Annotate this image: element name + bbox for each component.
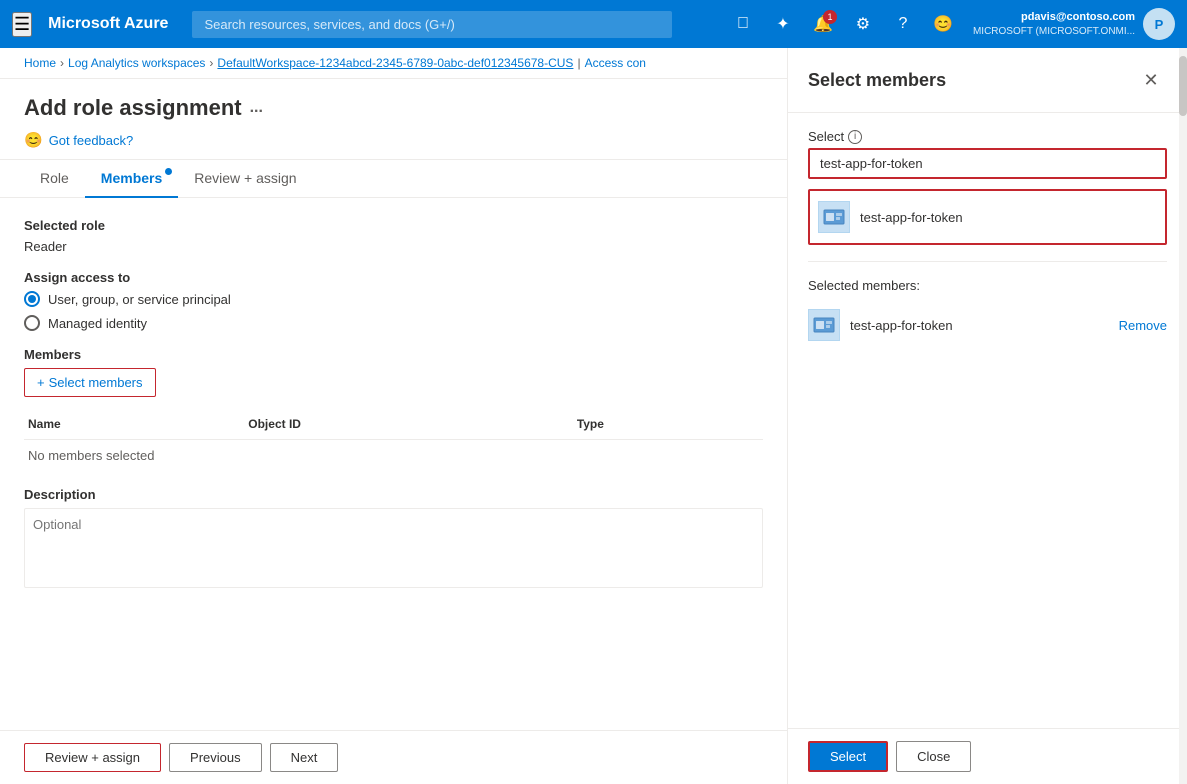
selected-role-value: Reader bbox=[24, 239, 763, 254]
divider bbox=[808, 261, 1167, 262]
copilot-icon: ✦ bbox=[776, 14, 789, 34]
tab-members[interactable]: Members bbox=[85, 160, 178, 198]
selected-members-label: Selected members: bbox=[808, 278, 1167, 293]
tab-review-assign-label: Review + assign bbox=[194, 170, 296, 186]
content-area: Selected role Reader Assign access to Us… bbox=[0, 198, 787, 730]
assign-access-radio-group: User, group, or service principal Manage… bbox=[24, 291, 763, 331]
user-tenant: MICROSOFT (MICROSOFT.ONMI... bbox=[973, 25, 1135, 38]
tab-members-label: Members bbox=[101, 170, 162, 186]
description-textarea[interactable] bbox=[24, 508, 763, 588]
cloud-shell-icon:  bbox=[737, 15, 749, 33]
tab-members-dot bbox=[165, 168, 172, 175]
tab-role[interactable]: Role bbox=[24, 160, 85, 198]
table-row-empty: No members selected bbox=[24, 440, 763, 472]
description-section: Description bbox=[24, 487, 763, 593]
flyout-footer: Select Close bbox=[788, 728, 1187, 784]
breadcrumb-workspace[interactable]: DefaultWorkspace-1234abcd-2345-6789-0abc… bbox=[217, 56, 573, 70]
review-assign-button[interactable]: Review + assign bbox=[24, 743, 161, 772]
radio-user-group-circle bbox=[24, 291, 40, 307]
flyout-close-button[interactable]: ✕ bbox=[1135, 64, 1167, 96]
select-members-text: Select members bbox=[49, 375, 143, 390]
settings-button[interactable]: ⚙ bbox=[845, 6, 881, 42]
tab-review-assign[interactable]: Review + assign bbox=[178, 160, 312, 198]
topbar: ☰ Microsoft Azure  ✦ 🔔 1 ⚙ ? 😊 pdavis@c… bbox=[0, 0, 1187, 48]
flyout-header: Select members ✕ bbox=[788, 48, 1187, 113]
tab-role-label: Role bbox=[40, 170, 69, 186]
hamburger-menu-button[interactable]: ☰ bbox=[12, 12, 32, 37]
selected-member-name: test-app-for-token bbox=[850, 318, 1109, 333]
breadcrumb-sep-2: › bbox=[209, 56, 213, 70]
azure-logo: Microsoft Azure bbox=[48, 15, 168, 33]
flyout-close-btn[interactable]: Close bbox=[896, 741, 971, 772]
cloud-shell-button[interactable]:  bbox=[725, 6, 761, 42]
selected-member-row: test-app-for-token Remove bbox=[808, 303, 1167, 347]
breadcrumb-home[interactable]: Home bbox=[24, 56, 56, 70]
tabs-container: Role Members Review + assign bbox=[0, 160, 787, 198]
feedback-button[interactable]: 😊 bbox=[925, 6, 961, 42]
radio-user-group-label: User, group, or service principal bbox=[48, 292, 231, 307]
feedback-text: Got feedback? bbox=[49, 133, 134, 148]
members-label: Members bbox=[24, 347, 763, 362]
main-layout: Home › Log Analytics workspaces › Defaul… bbox=[0, 48, 1187, 784]
select-members-plus-icon: + bbox=[37, 375, 45, 390]
left-panel: Home › Log Analytics workspaces › Defaul… bbox=[0, 48, 787, 784]
search-result-name: test-app-for-token bbox=[860, 210, 963, 225]
app-icon bbox=[818, 201, 850, 233]
members-section: Members + Select members Name Object ID … bbox=[24, 347, 763, 471]
flyout-scrollbar[interactable] bbox=[1179, 48, 1187, 784]
help-button[interactable]: ? bbox=[885, 6, 921, 42]
breadcrumb: Home › Log Analytics workspaces › Defaul… bbox=[0, 48, 787, 79]
user-menu[interactable]: pdavis@contoso.com MICROSOFT (MICROSOFT.… bbox=[973, 8, 1175, 40]
col-objectid-header: Object ID bbox=[244, 409, 573, 440]
selected-role-label: Selected role bbox=[24, 218, 763, 233]
assign-access-label: Assign access to bbox=[24, 270, 763, 285]
flyout-search-input[interactable] bbox=[808, 148, 1167, 179]
description-label: Description bbox=[24, 487, 763, 502]
radio-managed-identity-circle bbox=[24, 315, 40, 331]
select-members-panel: Select members ✕ Select i bbox=[787, 48, 1187, 784]
flyout-scrollbar-thumb bbox=[1179, 56, 1187, 116]
feedback-bar[interactable]: 😊 Got feedback? bbox=[0, 121, 787, 160]
breadcrumb-sep-1: › bbox=[60, 56, 64, 70]
notifications-button[interactable]: 🔔 1 bbox=[805, 6, 841, 42]
help-icon: ? bbox=[899, 15, 908, 33]
breadcrumb-access-control[interactable]: Access con bbox=[585, 56, 646, 70]
feedback-icon: 😊 bbox=[933, 14, 953, 34]
user-name: pdavis@contoso.com bbox=[973, 10, 1135, 24]
previous-button[interactable]: Previous bbox=[169, 743, 262, 772]
radio-user-group-principal[interactable]: User, group, or service principal bbox=[24, 291, 763, 307]
select-info-icon[interactable]: i bbox=[848, 130, 862, 144]
remove-member-button[interactable]: Remove bbox=[1119, 318, 1167, 333]
page-title-text: Add role assignment bbox=[24, 95, 242, 121]
no-members-text: No members selected bbox=[24, 440, 763, 472]
flyout-select-label: Select i bbox=[808, 129, 1167, 144]
search-result-item[interactable]: test-app-for-token bbox=[808, 189, 1167, 245]
radio-managed-identity[interactable]: Managed identity bbox=[24, 315, 763, 331]
page-title-container: Add role assignment ... bbox=[24, 95, 763, 121]
more-options-button[interactable]: ... bbox=[250, 99, 263, 117]
footer-bar: Review + assign Previous Next bbox=[0, 730, 787, 784]
copilot-button[interactable]: ✦ bbox=[765, 6, 801, 42]
avatar: P bbox=[1143, 8, 1175, 40]
select-members-button[interactable]: + Select members bbox=[24, 368, 156, 397]
col-type-header: Type bbox=[573, 409, 763, 440]
radio-managed-identity-label: Managed identity bbox=[48, 316, 147, 331]
page-header: Add role assignment ... bbox=[0, 79, 787, 121]
topbar-icons:  ✦ 🔔 1 ⚙ ? 😊 pdavis@contoso.com MICROSO… bbox=[725, 6, 1175, 42]
notification-badge: 1 bbox=[823, 10, 837, 24]
breadcrumb-sep-3: | bbox=[577, 56, 580, 70]
flyout-title: Select members bbox=[808, 70, 946, 91]
col-name-header: Name bbox=[24, 409, 244, 440]
members-table: Name Object ID Type No members selected bbox=[24, 409, 763, 471]
flyout-body: Select i test-app-for-token Select bbox=[788, 113, 1187, 728]
gear-icon: ⚙ bbox=[856, 14, 870, 34]
next-button[interactable]: Next bbox=[270, 743, 339, 772]
selected-member-icon bbox=[808, 309, 840, 341]
flyout-select-button[interactable]: Select bbox=[808, 741, 888, 772]
breadcrumb-log-analytics[interactable]: Log Analytics workspaces bbox=[68, 56, 205, 70]
global-search-input[interactable] bbox=[192, 11, 672, 38]
feedback-smiley-icon: 😊 bbox=[24, 131, 43, 149]
